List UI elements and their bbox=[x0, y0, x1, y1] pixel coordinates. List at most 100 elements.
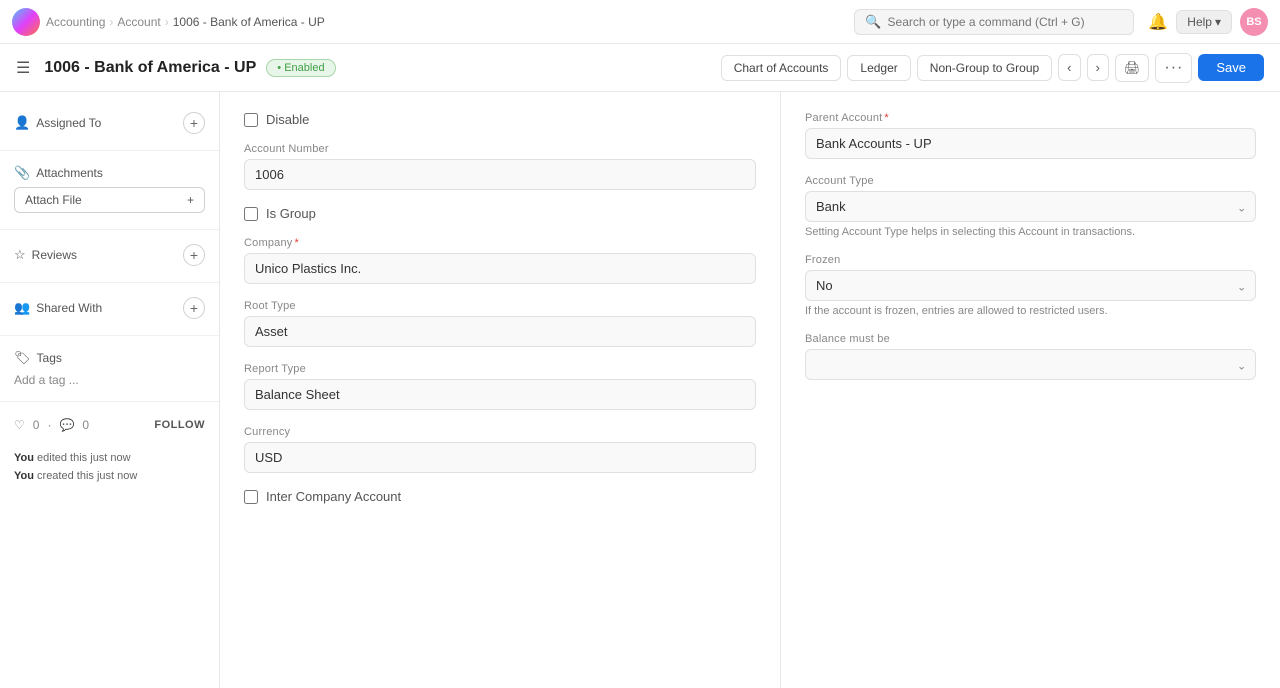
balance-must-be-select[interactable] bbox=[805, 349, 1256, 380]
currency-label: Currency bbox=[244, 426, 756, 438]
inter-company-checkbox[interactable] bbox=[244, 490, 258, 504]
report-type-field: Report Type bbox=[244, 363, 756, 410]
breadcrumb-accounting[interactable]: Accounting bbox=[46, 15, 105, 29]
assigned-to-section: 👤 Assigned To + bbox=[0, 104, 219, 144]
attach-file-button[interactable]: Attach File + bbox=[14, 187, 205, 213]
reviews-section: ☆ Reviews + bbox=[0, 236, 219, 276]
previous-button[interactable]: ‹ bbox=[1058, 54, 1080, 81]
non-group-to-group-button[interactable]: Non-Group to Group bbox=[917, 55, 1052, 81]
balance-must-be-label: Balance must be bbox=[805, 333, 1256, 345]
root-type-input[interactable] bbox=[244, 316, 756, 347]
account-type-field: Account Type Bank Setting Account Type h… bbox=[805, 175, 1256, 238]
main-layout: 👤 Assigned To + 📎 Attachments Attach Fil… bbox=[0, 92, 1280, 688]
tag-icon: 🏷 bbox=[14, 350, 31, 366]
more-options-button[interactable]: ··· bbox=[1155, 53, 1192, 83]
account-type-label: Account Type bbox=[805, 175, 1256, 187]
activity-item-1: You edited this just now bbox=[14, 452, 205, 464]
status-badge: • Enabled bbox=[266, 59, 335, 77]
top-nav: Accounting › Account › 1006 - Bank of Am… bbox=[0, 0, 1280, 44]
notifications-icon[interactable]: 🔔 bbox=[1148, 12, 1168, 32]
ledger-button[interactable]: Ledger bbox=[847, 55, 910, 81]
add-review-button[interactable]: + bbox=[183, 244, 205, 266]
search-input[interactable] bbox=[888, 15, 1124, 29]
app-logo bbox=[12, 8, 40, 36]
parent-account-input[interactable] bbox=[805, 128, 1256, 159]
attachments-section: 📎 Attachments Attach File + bbox=[0, 157, 219, 223]
shared-with-section: 👥 Shared With + bbox=[0, 289, 219, 329]
next-button[interactable]: › bbox=[1087, 54, 1109, 81]
balance-must-be-field: Balance must be bbox=[805, 333, 1256, 380]
paperclip-icon: 📎 bbox=[14, 165, 30, 181]
add-assigned-to-button[interactable]: + bbox=[183, 112, 205, 134]
sidebar-footer: ♡ 0 · 💬 0 FOLLOW bbox=[0, 408, 219, 442]
sidebar: 👤 Assigned To + 📎 Attachments Attach Fil… bbox=[0, 92, 220, 688]
form-right: Parent Account* Account Type Bank Settin… bbox=[780, 92, 1280, 688]
frozen-help: If the account is frozen, entries are al… bbox=[805, 305, 1256, 317]
nav-icons: 🔔 Help ▾ BS bbox=[1148, 8, 1268, 36]
currency-input[interactable] bbox=[244, 442, 756, 473]
save-button[interactable]: Save bbox=[1198, 54, 1264, 81]
account-number-field: Account Number bbox=[244, 143, 756, 190]
comment-icon: 💬 bbox=[59, 418, 74, 432]
parent-account-label: Parent Account* bbox=[805, 112, 1256, 124]
breadcrumb-current: 1006 - Bank of America - UP bbox=[173, 15, 325, 29]
breadcrumb: Accounting › Account › 1006 - Bank of Am… bbox=[46, 15, 325, 29]
search-bar[interactable]: 🔍 bbox=[854, 9, 1134, 35]
content-area: Disable Account Number Is Group Company* bbox=[220, 92, 1280, 688]
chart-of-accounts-button[interactable]: Chart of Accounts bbox=[721, 55, 842, 81]
chevron-down-icon: ▾ bbox=[1215, 15, 1221, 29]
attachments-label: Attachments bbox=[36, 166, 103, 180]
help-button[interactable]: Help ▾ bbox=[1176, 10, 1232, 34]
is-group-checkbox[interactable] bbox=[244, 207, 258, 221]
inter-company-label[interactable]: Inter Company Account bbox=[266, 489, 401, 504]
likes-count: 0 bbox=[33, 418, 40, 432]
reviews-label: Reviews bbox=[32, 248, 77, 262]
disable-label[interactable]: Disable bbox=[266, 112, 309, 127]
frozen-label: Frozen bbox=[805, 254, 1256, 266]
disable-checkbox[interactable] bbox=[244, 113, 258, 127]
user-icon: 👤 bbox=[14, 115, 30, 131]
add-shared-with-button[interactable]: + bbox=[183, 297, 205, 319]
root-type-field: Root Type bbox=[244, 300, 756, 347]
search-icon: 🔍 bbox=[865, 14, 881, 30]
is-group-row: Is Group bbox=[244, 206, 756, 221]
account-number-label: Account Number bbox=[244, 143, 756, 155]
company-input[interactable] bbox=[244, 253, 756, 284]
follow-button[interactable]: FOLLOW bbox=[154, 419, 205, 431]
divider bbox=[0, 150, 219, 151]
plus-icon: + bbox=[187, 193, 194, 207]
divider-2 bbox=[0, 229, 219, 230]
assigned-to-label: Assigned To bbox=[36, 116, 101, 130]
root-type-label: Root Type bbox=[244, 300, 756, 312]
account-number-input[interactable] bbox=[244, 159, 756, 190]
users-icon: 👥 bbox=[14, 300, 30, 316]
currency-field: Currency bbox=[244, 426, 756, 473]
tags-label: Tags bbox=[37, 351, 62, 365]
header-actions: Chart of Accounts Ledger Non-Group to Gr… bbox=[721, 53, 1264, 83]
shared-with-label: Shared With bbox=[36, 301, 102, 315]
divider-3 bbox=[0, 282, 219, 283]
report-type-label: Report Type bbox=[244, 363, 756, 375]
frozen-field: Frozen No If the account is frozen, entr… bbox=[805, 254, 1256, 317]
add-tag-link[interactable]: Add a tag ... bbox=[14, 373, 79, 387]
activity-log: You edited this just now You created thi… bbox=[0, 442, 219, 494]
sidebar-toggle-icon[interactable]: ☰ bbox=[16, 58, 30, 78]
frozen-select[interactable]: No bbox=[805, 270, 1256, 301]
account-type-help: Setting Account Type helps in selecting … bbox=[805, 226, 1256, 238]
is-group-label[interactable]: Is Group bbox=[266, 206, 316, 221]
company-field: Company* bbox=[244, 237, 756, 284]
inter-company-row: Inter Company Account bbox=[244, 489, 756, 504]
divider-4 bbox=[0, 335, 219, 336]
comments-count: 0 bbox=[82, 418, 89, 432]
account-type-select[interactable]: Bank bbox=[805, 191, 1256, 222]
form-left: Disable Account Number Is Group Company* bbox=[220, 92, 780, 688]
parent-account-field: Parent Account* bbox=[805, 112, 1256, 159]
report-type-input[interactable] bbox=[244, 379, 756, 410]
print-button[interactable]: 🖨 bbox=[1115, 54, 1150, 82]
avatar[interactable]: BS bbox=[1240, 8, 1268, 36]
frozen-select-wrapper: No bbox=[805, 270, 1256, 301]
tags-section: 🏷 Tags Add a tag ... bbox=[0, 342, 219, 395]
breadcrumb-account[interactable]: Account bbox=[117, 15, 160, 29]
balance-must-be-select-wrapper bbox=[805, 349, 1256, 380]
company-label: Company* bbox=[244, 237, 756, 249]
